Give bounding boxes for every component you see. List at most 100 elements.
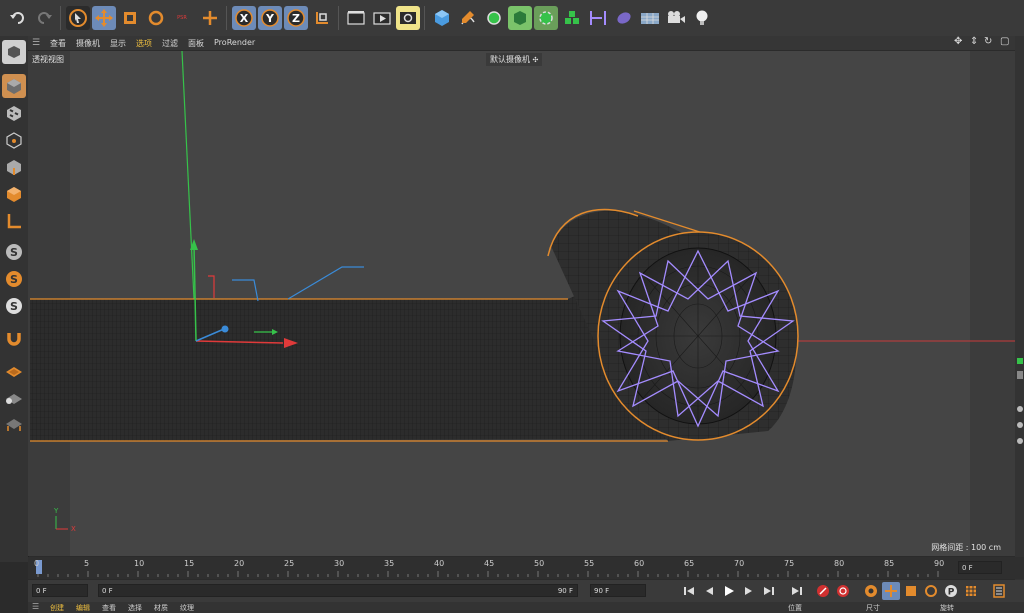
menu-item-view[interactable]: 查看 [50, 38, 66, 49]
key-position-icon[interactable] [882, 582, 900, 600]
perspective-viewport[interactable]: 透视视图 默认摄像机 ✣ Y X 网格间距 : 100 cm [28, 51, 1015, 556]
goto-end-icon[interactable] [760, 582, 778, 600]
camera-icon[interactable] [664, 6, 688, 30]
floor-icon[interactable] [638, 6, 662, 30]
tab-view[interactable]: 查看 [102, 603, 116, 613]
panel-tab-green[interactable] [1017, 358, 1023, 364]
redo-icon[interactable] [32, 6, 56, 30]
timeline-tick-label: 55 [584, 559, 595, 568]
play-icon[interactable] [720, 582, 738, 600]
prev-frame-icon[interactable] [700, 582, 718, 600]
pen-icon[interactable] [456, 6, 480, 30]
move-icon[interactable] [92, 6, 116, 30]
mograph-icon[interactable] [560, 6, 584, 30]
camera-label[interactable]: 默认摄像机 ✣ [486, 53, 543, 66]
grid-plane-icon[interactable] [2, 385, 26, 409]
tab-edit[interactable]: 编辑 [76, 603, 90, 613]
menu-item-display[interactable]: 显示 [110, 38, 126, 49]
timeline-tick-label: 70 [734, 559, 745, 568]
key-parameter-icon[interactable]: P [942, 582, 960, 600]
timeline-tick-label: 30 [334, 559, 345, 568]
menu-item-prorender[interactable]: ProRender [214, 38, 255, 47]
timeline-tick-label: 35 [384, 559, 395, 568]
axis-mode-icon[interactable] [2, 209, 26, 233]
snap-settings-icon[interactable]: S [2, 267, 26, 291]
cube-icon[interactable] [430, 6, 454, 30]
menu-item-panel[interactable]: 面板 [188, 38, 204, 49]
keyframe-selection-icon[interactable] [862, 582, 880, 600]
magnet-icon[interactable] [2, 326, 26, 350]
pan-view-icon[interactable]: ✥ [954, 36, 962, 47]
model-mode-icon[interactable] [2, 74, 26, 98]
panel-radio-1[interactable] [1017, 406, 1023, 412]
camera-name: 默认摄像机 [490, 55, 530, 64]
viewport-menu: ☰ 查看 摄像机 显示 选项 过滤 面板 ProRender ✥ ⇕ ↻ ▢ [28, 36, 1024, 50]
workplane-icon[interactable] [2, 358, 26, 382]
render-region-icon[interactable] [344, 6, 368, 30]
add-icon[interactable] [198, 6, 222, 30]
select-icon[interactable] [66, 6, 90, 30]
axis-z-button[interactable]: Z [284, 6, 308, 30]
edges-mode-icon[interactable] [2, 155, 26, 179]
playback-controls: 0 F 0 F 90 F 90 F P [28, 580, 1024, 602]
next-frame-icon[interactable] [740, 582, 758, 600]
snap-icon[interactable] [586, 6, 610, 30]
jump-end-icon[interactable] [788, 582, 806, 600]
psr-icon[interactable]: PSR [170, 6, 194, 30]
scale-icon[interactable] [118, 6, 142, 30]
tab-select[interactable]: 选择 [128, 603, 142, 613]
render-settings-icon[interactable] [396, 6, 420, 30]
light-icon[interactable] [690, 6, 714, 30]
undo-icon[interactable] [6, 6, 30, 30]
spline-icon[interactable] [508, 6, 532, 30]
current-frame-field[interactable]: 0 F [958, 561, 1002, 574]
menu-item-camera[interactable]: 摄像机 [76, 38, 100, 49]
make-editable-icon[interactable] [2, 40, 26, 64]
locked-workplane-icon[interactable] [2, 412, 26, 436]
key-pla-icon[interactable] [962, 582, 980, 600]
effector-icon[interactable] [612, 6, 636, 30]
key-scale-icon[interactable] [902, 582, 920, 600]
render-view-icon[interactable] [370, 6, 394, 30]
generator-icon[interactable] [482, 6, 506, 30]
timeline-window-icon[interactable] [990, 582, 1008, 600]
camera-target-icon: ✣ [532, 56, 539, 64]
timeline-ruler[interactable]: 0 5 10 15 20 25 30 35 40 45 50 55 60 65 70 75 80 85 90 [28, 557, 1024, 579]
panel-radio-3[interactable] [1017, 438, 1023, 444]
points-mode-icon[interactable] [2, 128, 26, 152]
coord-position-label: 位置 [788, 604, 802, 612]
start-frame-field[interactable]: 0 F [32, 584, 88, 597]
bottom-menu-handle-icon: ☰ [32, 602, 40, 611]
timeline-tick-label: 80 [834, 559, 845, 568]
goto-start-icon[interactable] [680, 582, 698, 600]
timeline-tick-label: 65 [684, 559, 695, 568]
end-frame-field[interactable]: 90 F [590, 584, 646, 597]
deformer-icon[interactable] [534, 6, 558, 30]
polygons-mode-icon[interactable] [2, 182, 26, 206]
dolly-view-icon[interactable]: ⇕ [970, 36, 978, 47]
tab-create[interactable]: 创建 [50, 603, 64, 613]
axis-x-button[interactable]: X [232, 6, 256, 30]
key-rotation-icon[interactable] [922, 582, 940, 600]
menu-item-options[interactable]: 选项 [136, 38, 152, 49]
panel-tab-grey[interactable] [1017, 371, 1023, 379]
coord-rotation-label: 旋转 [940, 604, 954, 612]
rotate-icon[interactable] [144, 6, 168, 30]
range-end-label: 90 F [557, 587, 573, 595]
tab-material[interactable]: 材质 [154, 603, 168, 613]
axis-y-label: Y [266, 11, 274, 25]
auto-key-icon[interactable] [834, 582, 852, 600]
axis-y-button[interactable]: Y [258, 6, 282, 30]
snap-toggle-icon[interactable]: S [2, 240, 26, 264]
menu-item-filter[interactable]: 过滤 [162, 38, 178, 49]
coordinate-system-icon[interactable] [310, 6, 334, 30]
tab-texture[interactable]: 纹理 [180, 603, 194, 613]
record-keys-icon[interactable] [814, 582, 832, 600]
workplane-snap-icon[interactable]: S [2, 294, 26, 318]
axis-z-label: Z [292, 11, 300, 25]
panel-radio-2[interactable] [1017, 422, 1023, 428]
texture-mode-icon[interactable] [2, 101, 26, 125]
toggle-view-icon[interactable]: ▢ [1000, 36, 1009, 47]
frame-range-slider[interactable]: 0 F 90 F [98, 584, 578, 597]
rotate-view-icon[interactable]: ↻ [984, 36, 992, 47]
